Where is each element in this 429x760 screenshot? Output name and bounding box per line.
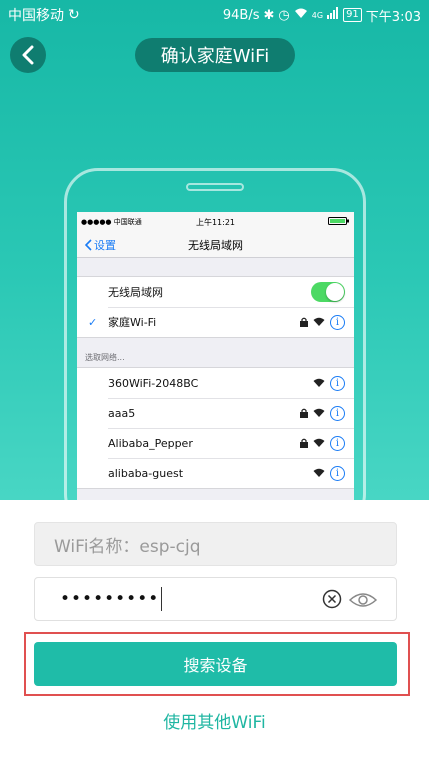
lock-icon (300, 438, 308, 448)
info-icon: i (330, 465, 345, 481)
wlan-label: 无线局域网 (108, 286, 163, 299)
list-item: Alibaba_Pepper i (77, 428, 354, 458)
bluetooth-icon: ✱ (263, 7, 275, 23)
connected-network-name: 家庭Wi-Fi (108, 316, 157, 329)
phone-speaker (186, 183, 244, 191)
password-field[interactable]: ••••••••• (34, 577, 397, 621)
network-list: 360WiFi-2048BC i aaa5 i Alibaba_Pepper i (77, 367, 354, 489)
wifi-status-icon (294, 7, 308, 23)
wifi-icon (313, 317, 325, 326)
info-icon: i (330, 405, 345, 421)
network-name: 360WiFi-2048BC (108, 376, 199, 390)
ios-nav-bar: 设置 无线局域网 (77, 232, 354, 258)
carrier-label: 中国移动 (8, 8, 64, 24)
back-button[interactable] (10, 37, 46, 73)
list-item: alibaba-guest i (77, 458, 354, 488)
clock: 下午3:03 (365, 9, 421, 25)
wifi-icon (313, 378, 325, 387)
list-item: 360WiFi-2048BC i (77, 368, 354, 398)
page-title: 确认家庭WiFi (135, 38, 295, 72)
wifi-icon (313, 468, 325, 477)
ios-time: 上午11:21 (195, 217, 236, 227)
wifi-name-text: WiFi名称：esp-cjq (54, 536, 201, 557)
wlan-toggle-row: 无线局域网 (77, 277, 354, 307)
alarm-icon: ◷ (278, 7, 290, 23)
ios-nav-title: 无线局域网 (188, 238, 243, 252)
network-name: aaa5 (108, 406, 136, 420)
check-icon: ✓ (88, 315, 98, 329)
wlan-group: 无线局域网 ✓ 家庭Wi-Fi i (77, 276, 354, 338)
network-name: alibaba-guest (108, 466, 184, 480)
network-speed: 94B/s (222, 7, 260, 23)
signal-icon (327, 7, 339, 23)
wifi-icon (313, 408, 325, 417)
connected-network-row: ✓ 家庭Wi-Fi i (77, 307, 354, 337)
wlan-toggle (311, 282, 345, 302)
wifi-name-field: WiFi名称：esp-cjq (34, 522, 397, 566)
use-other-wifi-link[interactable]: 使用其他WiFi (0, 708, 429, 733)
password-value: ••••••••• (60, 589, 160, 609)
status-right: 94B/s ✱ ◷ 4G 91 下午3:03 (223, 6, 421, 25)
info-icon: i (330, 375, 345, 391)
battery-icon: 91 (343, 8, 362, 22)
eye-icon[interactable] (348, 590, 378, 610)
choose-network-label: 选取网络... (85, 353, 125, 362)
sync-icon: ↻ (68, 7, 80, 23)
list-item: aaa5 i (77, 398, 354, 428)
text-cursor (161, 587, 163, 611)
lock-icon (300, 317, 308, 327)
info-icon: i (330, 314, 345, 330)
status-bar: 中国移动 ↻ 94B/s ✱ ◷ 4G 91 下午3:03 (0, 0, 429, 30)
clear-icon[interactable] (322, 589, 342, 609)
network-name: Alibaba_Pepper (108, 436, 193, 450)
search-device-button[interactable]: 搜索设备 (34, 642, 397, 686)
wifi-icon (313, 438, 325, 447)
lock-icon (300, 408, 308, 418)
phone-screen: ●●●●● 中国联通 上午11:21 设置 无线局域网 无线局域网 ✓ 家庭Wi… (77, 212, 354, 502)
info-icon: i (330, 435, 345, 451)
chevron-left-icon (22, 45, 34, 65)
ios-status-bar: ●●●●● 中国联通 上午11:21 (77, 212, 354, 232)
network-type: 4G (311, 10, 324, 20)
